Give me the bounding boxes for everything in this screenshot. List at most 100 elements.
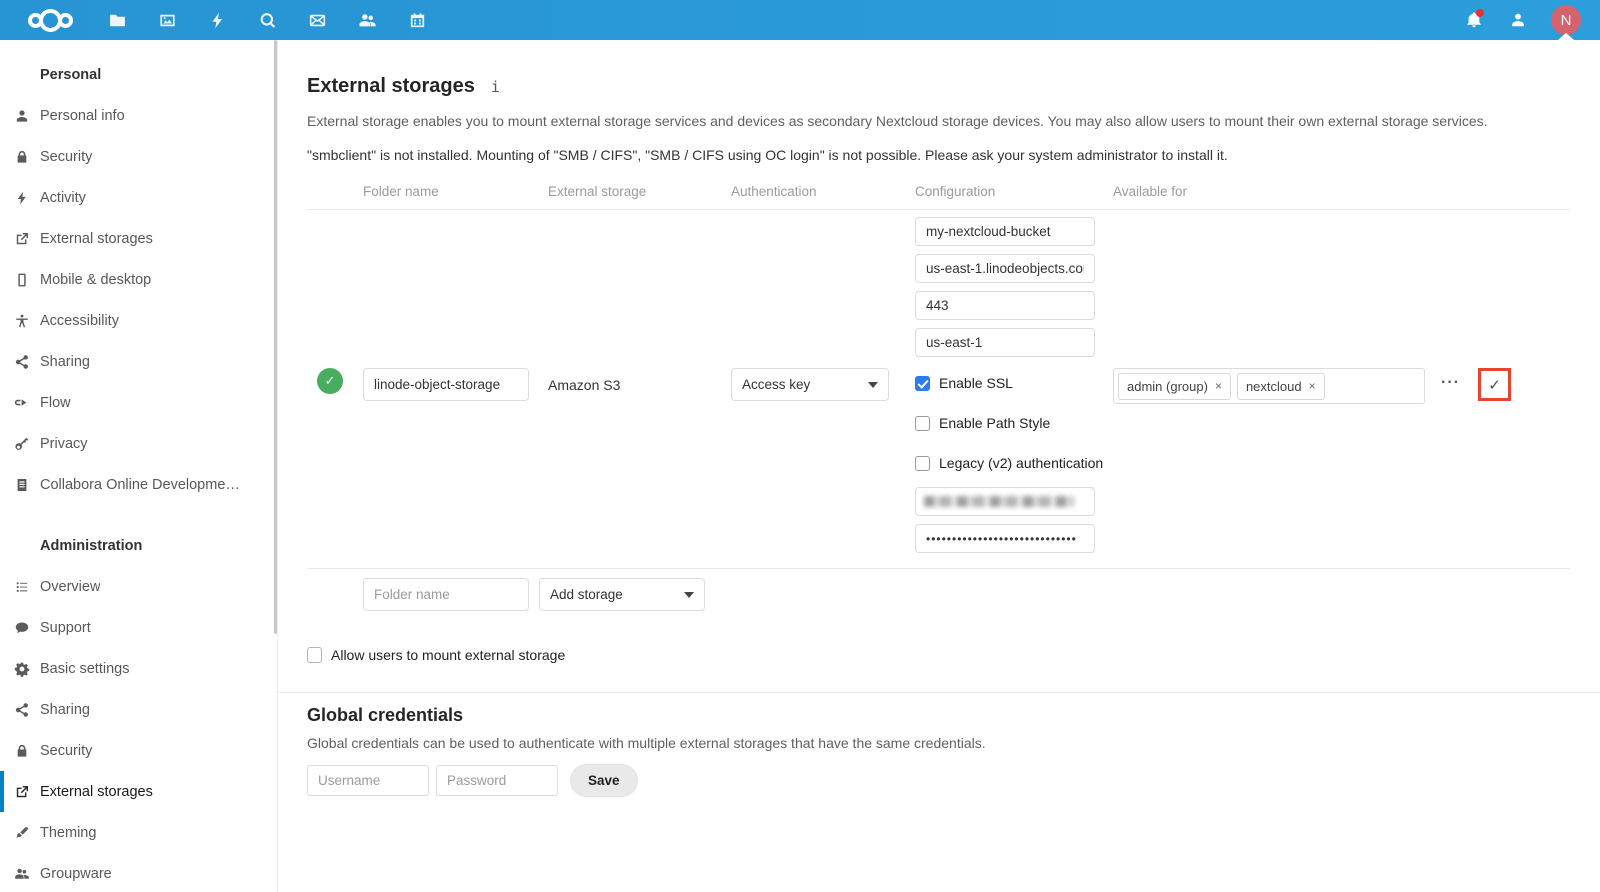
legacy-auth-checkbox[interactable]: Legacy (v2) authentication xyxy=(915,453,1113,473)
new-folder-name-input[interactable] xyxy=(363,578,529,611)
checkbox-box[interactable] xyxy=(307,647,322,663)
sidebar-item-privacy[interactable]: Privacy xyxy=(0,423,277,464)
redacted-value xyxy=(924,496,1074,507)
files-icon[interactable] xyxy=(92,0,142,40)
sidebar-item-security-personal[interactable]: Security xyxy=(0,136,277,177)
sidebar-item-theming[interactable]: Theming xyxy=(0,812,277,853)
sidebar-item-external-storages-personal[interactable]: External storages xyxy=(0,218,277,259)
sidebar-item-label: Flow xyxy=(30,395,71,411)
people-icon xyxy=(14,866,30,882)
add-storage-row: Add storage xyxy=(307,568,1570,621)
activity-icon[interactable] xyxy=(192,0,242,40)
sidebar-item-security-admin[interactable]: Security xyxy=(0,730,277,771)
password-field[interactable] xyxy=(436,765,558,796)
external-storages-settings: External storages i External storage ena… xyxy=(278,40,1600,892)
sidebar-item-accessibility[interactable]: Accessibility xyxy=(0,300,277,341)
checkbox-label: Enable SSL xyxy=(939,375,1013,391)
settings-sidebar: Personal Personal info Security Activity… xyxy=(0,40,278,892)
enable-ssl-checkbox[interactable]: Enable SSL xyxy=(915,373,1113,393)
sidebar-item-label: Personal info xyxy=(30,108,125,124)
allow-users-checkbox[interactable]: Allow users to mount external storage xyxy=(307,647,1570,663)
smbclient-warning: "smbclient" is not installed. Mounting o… xyxy=(307,147,1570,163)
checkbox-box[interactable] xyxy=(915,416,930,431)
notification-dot xyxy=(1476,9,1484,17)
username-field[interactable] xyxy=(307,765,429,796)
sidebar-item-overview[interactable]: Overview xyxy=(0,566,277,607)
bucket-input[interactable] xyxy=(915,217,1095,246)
sidebar-item-basic-settings[interactable]: Basic settings xyxy=(0,648,277,689)
contacts-icon[interactable] xyxy=(342,0,392,40)
photos-icon[interactable] xyxy=(142,0,192,40)
talk-icon[interactable] xyxy=(242,0,292,40)
page-title: External storages xyxy=(307,75,475,98)
region-input[interactable] xyxy=(915,328,1095,357)
sidebar-item-personal-info[interactable]: Personal info xyxy=(0,95,277,136)
external-storage-description: External storage enables you to mount ex… xyxy=(307,113,1570,129)
global-credentials-description: Global credentials can be used to authen… xyxy=(307,735,1570,751)
chevron-down-icon xyxy=(868,382,878,388)
group-chip: admin (group) × xyxy=(1118,373,1231,400)
sidebar-item-flow[interactable]: Flow xyxy=(0,382,277,423)
secret-key-input[interactable] xyxy=(915,524,1095,553)
top-navigation-bar: N xyxy=(0,0,1600,40)
user-menu[interactable]: N xyxy=(1540,0,1592,40)
storage-row: ✓ Amazon S3 Access key xyxy=(307,210,1570,568)
access-key-input-redacted[interactable] xyxy=(915,487,1095,516)
active-app-caret xyxy=(1558,33,1574,40)
sidebar-item-label: Activity xyxy=(30,190,86,206)
mail-icon[interactable] xyxy=(292,0,342,40)
remove-chip-icon[interactable]: × xyxy=(1309,379,1316,393)
row-options-menu[interactable]: ··· xyxy=(1441,374,1460,392)
save-button[interactable]: Save xyxy=(570,764,638,797)
chip-label: admin (group) xyxy=(1127,379,1208,394)
sidebar-item-external-storages-admin[interactable]: External storages xyxy=(0,771,277,812)
external-link-icon xyxy=(14,784,30,800)
confirm-storage-button[interactable]: ✓ xyxy=(1478,368,1511,401)
sidebar-item-activity[interactable]: Activity xyxy=(0,177,277,218)
avatar[interactable]: N xyxy=(1551,5,1581,35)
external-storages-table: Folder name External storage Authenticat… xyxy=(307,184,1570,621)
notifications-bell-icon[interactable] xyxy=(1452,0,1496,40)
calendar-icon[interactable] xyxy=(392,0,442,40)
speech-bubble-icon xyxy=(14,620,30,636)
port-input[interactable] xyxy=(915,291,1095,320)
hostname-input[interactable] xyxy=(915,254,1095,283)
sidebar-item-label: Basic settings xyxy=(30,661,129,677)
sidebar-item-label: Privacy xyxy=(30,436,88,452)
checkbox-box[interactable] xyxy=(915,456,930,471)
info-icon[interactable]: i xyxy=(491,78,500,96)
sidebar-item-label: Overview xyxy=(30,579,100,595)
checkbox-box[interactable] xyxy=(915,376,930,391)
logo-circle-center xyxy=(39,9,62,32)
enable-path-style-checkbox[interactable]: Enable Path Style xyxy=(915,413,1113,433)
sidebar-item-sharing-personal[interactable]: Sharing xyxy=(0,341,277,382)
phone-icon xyxy=(14,272,30,288)
sidebar-section-personal: Personal xyxy=(0,54,277,95)
sidebar-scrollbar[interactable] xyxy=(274,40,277,634)
sidebar-item-collabora[interactable]: Collabora Online Development Edit... xyxy=(0,464,277,505)
person-icon xyxy=(14,108,30,124)
checkbox-label: Legacy (v2) authentication xyxy=(939,455,1103,471)
add-storage-select[interactable]: Add storage xyxy=(539,578,705,611)
nextcloud-logo[interactable] xyxy=(8,9,92,32)
sidebar-item-support[interactable]: Support xyxy=(0,607,277,648)
global-credentials-title: Global credentials xyxy=(307,705,1570,726)
remove-chip-icon[interactable]: × xyxy=(1215,379,1222,393)
share-icon xyxy=(14,354,30,370)
sidebar-item-mobile-desktop[interactable]: Mobile & desktop xyxy=(0,259,277,300)
user-chip: nextcloud × xyxy=(1237,373,1325,400)
sidebar-item-label: Security xyxy=(30,743,92,759)
chevron-down-icon xyxy=(684,592,694,598)
folder-name-input[interactable] xyxy=(363,368,529,401)
checkbox-label: Allow users to mount external storage xyxy=(331,647,565,663)
sidebar-item-sharing-admin[interactable]: Sharing xyxy=(0,689,277,730)
section-divider xyxy=(278,692,1600,693)
authentication-select[interactable]: Access key xyxy=(731,368,889,401)
key-icon xyxy=(14,436,30,452)
sidebar-item-groupware[interactable]: Groupware xyxy=(0,853,277,892)
authentication-selected-value: Access key xyxy=(742,377,810,392)
contacts-menu-icon[interactable] xyxy=(1496,0,1540,40)
available-for-input[interactable]: admin (group) × nextcloud × xyxy=(1113,368,1425,404)
bolt-icon xyxy=(14,190,30,206)
sidebar-item-label: Groupware xyxy=(30,866,112,882)
